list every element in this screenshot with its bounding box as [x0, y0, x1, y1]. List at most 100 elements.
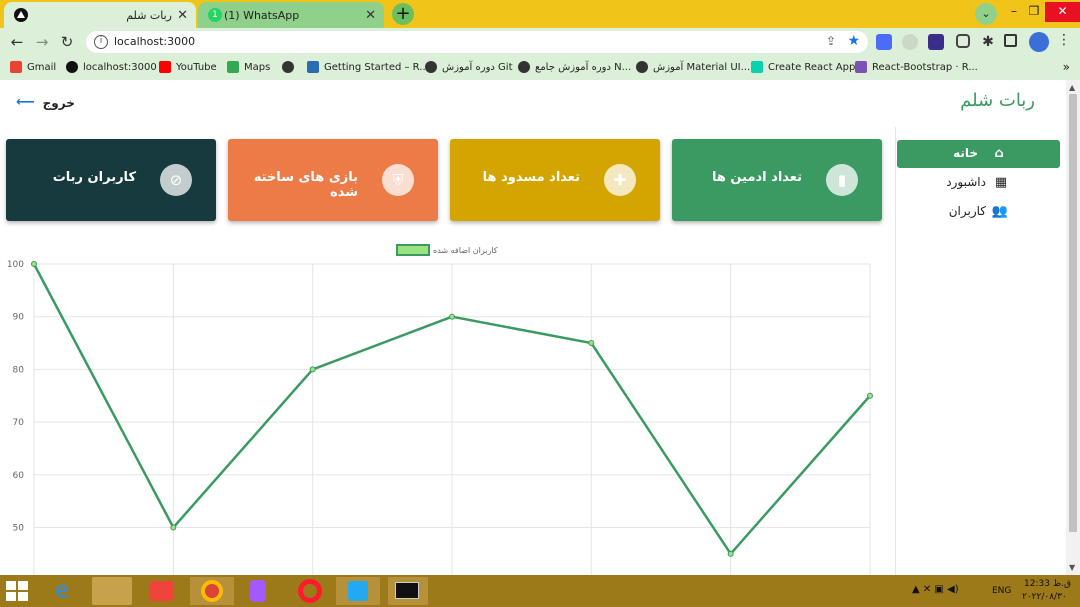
shield-icon: ⛨ — [382, 164, 414, 196]
close-tab-icon[interactable]: ✕ — [177, 8, 188, 23]
terminal-icon[interactable] — [388, 577, 428, 605]
data-point[interactable] — [867, 392, 873, 399]
logout-label: خروج — [42, 95, 75, 110]
gmail-icon — [10, 61, 22, 73]
card-title: تعداد مسدود ها — [482, 170, 580, 185]
reload-icon[interactable]: ↻ — [58, 33, 76, 51]
vscode-icon[interactable] — [336, 577, 380, 605]
scroll-down-icon[interactable]: ▼ — [1069, 563, 1075, 572]
menu-kebab-icon[interactable]: ⋮ — [1057, 32, 1071, 48]
tab-search-icon[interactable]: ⌄ — [975, 3, 997, 25]
y-tick-label: 90 — [13, 313, 25, 323]
bookmark-item[interactable]: دوره آموزش جامع N... — [518, 61, 631, 73]
extension-icon[interactable] — [902, 34, 918, 50]
extension-icon[interactable] — [956, 34, 970, 48]
puzzle-icon: ✚ — [604, 164, 636, 196]
restore-icon[interactable]: ❐ — [1025, 2, 1043, 22]
bookmark-item[interactable]: Gmail — [10, 61, 56, 73]
new-tab-button[interactable]: + — [392, 3, 414, 25]
scroll-thumb[interactable] — [1069, 94, 1077, 532]
browser-tab-strip: ربات شلم ✕ 1 (1) WhatsApp ✕ + ⌄ – ❐ ✕ — [0, 0, 1080, 28]
url-text[interactable]: localhost:3000 — [114, 35, 195, 48]
opera-icon[interactable] — [298, 579, 322, 603]
anydesk-icon[interactable] — [150, 581, 174, 601]
translate-extension-icon[interactable] — [876, 34, 892, 50]
bookmark-item[interactable]: React-Bootstrap · R... — [855, 61, 978, 73]
forward-icon[interactable]: → — [33, 33, 51, 51]
home-icon: ⌂ — [994, 146, 1004, 161]
logout-button[interactable]: ⟵ خروج — [16, 95, 75, 110]
data-point[interactable] — [31, 261, 37, 267]
tab-robot-shalem[interactable]: ربات شلم ✕ — [4, 2, 196, 28]
stat-card-games[interactable]: ⛨ بازی های ساخته شده — [228, 139, 438, 221]
chrome-icon[interactable] — [190, 577, 234, 605]
data-point[interactable] — [449, 313, 455, 320]
more-bookmarks-icon[interactable]: » — [1063, 60, 1070, 74]
data-point[interactable] — [309, 366, 316, 373]
file-explorer-icon[interactable] — [92, 577, 132, 605]
ie-icon[interactable]: e — [48, 579, 76, 603]
share-icon[interactable]: ⇪ — [826, 34, 836, 48]
bookmark-item[interactable]: Create React App — [751, 61, 855, 73]
card-title: بازی های ساخته شده — [253, 170, 358, 200]
tray-icons[interactable]: ▲ ✕ ▣ ◀) — [912, 584, 959, 595]
tab-whatsapp[interactable]: 1 (1) WhatsApp ✕ — [198, 2, 384, 28]
data-point[interactable] — [727, 550, 734, 557]
bookmark-item[interactable]: آموزش Material UI... — [636, 61, 750, 73]
clock-time[interactable]: 12:33 ق.ظ — [1024, 579, 1071, 589]
bookmark-item[interactable]: Getting Started – R... — [307, 61, 429, 73]
arrow-left-icon: ⟵ — [16, 95, 35, 110]
screen: ربات شلم ✕ 1 (1) WhatsApp ✕ + ⌄ – ❐ ✕ ← … — [0, 0, 1080, 607]
bookmark-star-icon[interactable]: ★ — [847, 33, 860, 49]
stat-card-bot-users[interactable]: ⊘ کاربران ربات — [6, 139, 216, 221]
site-icon — [425, 61, 437, 73]
react-favicon-icon — [14, 8, 28, 22]
extension-icon[interactable] — [928, 34, 944, 50]
page-scrollbar[interactable]: ▲ ▼ — [1066, 80, 1080, 575]
profile-avatar[interactable] — [1029, 32, 1049, 52]
sidebar: ⌂ خانه ▦ داشبورد 👥 کاربران — [895, 127, 1060, 575]
legend-label: کاربران اضافه شده — [433, 246, 498, 255]
stat-card-admins[interactable]: ▮ تعداد ادمین ها — [672, 139, 882, 221]
block-icon: ⊘ — [160, 164, 192, 196]
card-title: تعداد ادمین ها — [712, 170, 802, 185]
bar-chart-icon: ▮ — [826, 164, 858, 196]
figma-icon[interactable] — [250, 580, 266, 602]
users-line-chart: 100 90 80 70 60 50 کاربران اضافه شده — [7, 244, 873, 575]
windows-taskbar: e ▲ ✕ ▣ ◀) ENG 12:33 ق.ظ ۲۰۲۲/۰۸/۳۰ — [0, 575, 1080, 607]
maps-icon — [227, 61, 239, 73]
data-point[interactable] — [588, 340, 595, 347]
app-brand: ربات شلم — [960, 90, 1035, 111]
minimize-icon[interactable]: – — [1005, 2, 1023, 22]
scroll-up-icon[interactable]: ▲ — [1069, 83, 1075, 92]
y-tick-label: 70 — [13, 418, 25, 428]
bookmark-item[interactable]: localhost:3000 — [66, 61, 157, 73]
data-point[interactable] — [170, 524, 177, 531]
y-tick-label: 50 — [13, 524, 25, 534]
windows-start-icon[interactable] — [6, 581, 28, 601]
puzzle-extensions-icon[interactable]: ✱ — [980, 34, 996, 50]
sidebar-item-users[interactable]: 👥 کاربران — [897, 198, 1060, 226]
site-info-icon[interactable]: i — [94, 35, 108, 49]
address-bar[interactable]: i localhost:3000 ⇪ ★ — [86, 31, 868, 53]
site-icon — [307, 61, 319, 73]
chart-legend: کاربران اضافه شده — [396, 244, 498, 256]
language-indicator[interactable]: ENG — [992, 586, 1011, 596]
sidebar-item-home[interactable]: ⌂ خانه — [897, 140, 1060, 168]
close-tab-icon[interactable]: ✕ — [365, 8, 376, 23]
back-icon[interactable]: ← — [8, 33, 26, 51]
clock-date[interactable]: ۲۰۲۲/۰۸/۳۰ — [1022, 592, 1067, 602]
users-icon: 👥 — [991, 204, 1008, 219]
chart-grid — [33, 263, 871, 575]
stat-card-blocked[interactable]: ✚ تعداد مسدود ها — [450, 139, 660, 221]
bookmark-item[interactable]: دوره آموزش Git — [425, 61, 513, 73]
grid-icon: ▦ — [994, 175, 1008, 190]
side-panel-icon[interactable] — [1004, 34, 1017, 47]
y-tick-label: 80 — [13, 365, 25, 375]
bookmark-item[interactable]: YouTube — [159, 61, 217, 73]
sidebar-item-dashboard[interactable]: ▦ داشبورد — [897, 169, 1060, 197]
site-icon — [751, 61, 763, 73]
bookmark-item[interactable] — [282, 61, 299, 73]
window-close-icon[interactable]: ✕ — [1045, 2, 1080, 22]
bookmark-item[interactable]: Maps — [227, 61, 270, 73]
